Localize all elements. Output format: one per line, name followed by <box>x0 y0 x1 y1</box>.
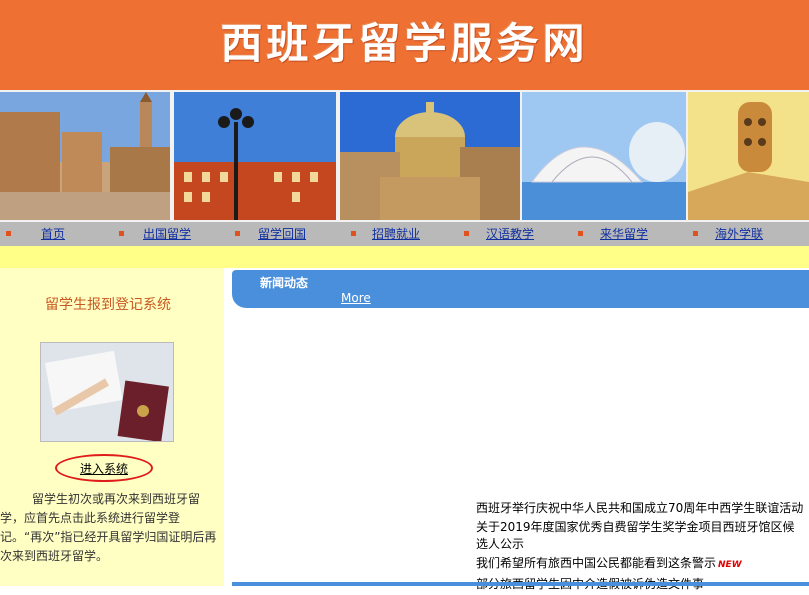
nav-bullet-icon <box>693 231 698 236</box>
nav-link-study-abroad[interactable]: 出国留学 <box>143 222 191 246</box>
divider-band <box>0 246 809 268</box>
news-header: 新闻动态 More <box>232 270 809 308</box>
news-bottom-bar <box>232 582 809 586</box>
photo-lamp-post <box>174 92 336 220</box>
nav-link-chinese-teaching[interactable]: 汉语教学 <box>486 222 534 246</box>
new-badge: NEW <box>718 560 742 570</box>
news-title: 新闻动态 <box>260 276 309 290</box>
news-item-text[interactable]: 西班牙举行庆祝中华人民共和国成立70周年中西学生联谊活动 <box>476 501 803 515</box>
registration-panel: 留学生报到登记系统 进入系统 留学生初次或再次来到西班牙留学，应首先点击此系统进… <box>0 268 224 586</box>
nav-bullet-icon <box>235 231 240 236</box>
news-item-text[interactable]: 关于2019年度国家优秀自费留学生奖学金项目西班牙馆区候选人公示 <box>476 520 795 551</box>
registration-title: 留学生报到登记系统 <box>45 297 171 313</box>
enter-system-highlight[interactable]: 进入系统 <box>55 454 153 482</box>
photo-strip <box>0 90 809 222</box>
news-list: 西班牙举行庆祝中华人民共和国成立70周年中西学生联谊活动 关于2019年度国家优… <box>476 500 806 595</box>
news-item[interactable]: 我们希望所有旅西中国公民都能看到这条警示 NEW <box>476 555 806 574</box>
news-item[interactable]: 西班牙举行庆祝中华人民共和国成立70周年中西学生联谊活动 <box>476 500 806 517</box>
enter-system-link[interactable]: 进入系统 <box>57 460 151 477</box>
nav-link-overseas-union[interactable]: 海外学联 <box>715 222 763 246</box>
news-item[interactable]: 关于2019年度国家优秀自费留学生奖学金项目西班牙馆区候选人公示 <box>476 519 806 553</box>
photo-modern-arch <box>522 92 686 220</box>
nav-bullet-icon <box>464 231 469 236</box>
photo-gaudi-chimney <box>688 92 809 220</box>
nav-link-study-in-china[interactable]: 来华留学 <box>600 222 648 246</box>
nav-bullet-icon <box>351 231 356 236</box>
registration-description-text: 留学生初次或再次来到西班牙留学，应首先点击此系统进行留学登记。“再次”指已经开具… <box>0 492 217 563</box>
site-title: 西班牙留学服务网 <box>220 19 589 68</box>
nav-bullet-icon <box>578 231 583 236</box>
passport-photo[interactable] <box>40 342 174 442</box>
nav-bullet-icon <box>119 231 124 236</box>
photo-cathedral-dome <box>340 92 520 220</box>
news-item-text[interactable]: 我们希望所有旅西中国公民都能看到这条警示 <box>476 556 716 570</box>
photo-plaza-tower <box>0 92 170 220</box>
nav-bullet-icon <box>6 231 11 236</box>
registration-description: 留学生初次或再次来到西班牙留学，应首先点击此系统进行留学登记。“再次”指已经开具… <box>0 490 218 566</box>
site-banner: 西班牙留学服务网 <box>0 0 809 90</box>
nav-link-home[interactable]: 首页 <box>41 222 65 246</box>
nav-link-jobs[interactable]: 招聘就业 <box>372 222 420 246</box>
news-more-link[interactable]: More <box>341 291 371 305</box>
nav-link-return[interactable]: 留学回国 <box>258 222 306 246</box>
main-nav: 首页 出国留学 留学回国 招聘就业 汉语教学 来华留学 海外学联 <box>0 222 809 246</box>
